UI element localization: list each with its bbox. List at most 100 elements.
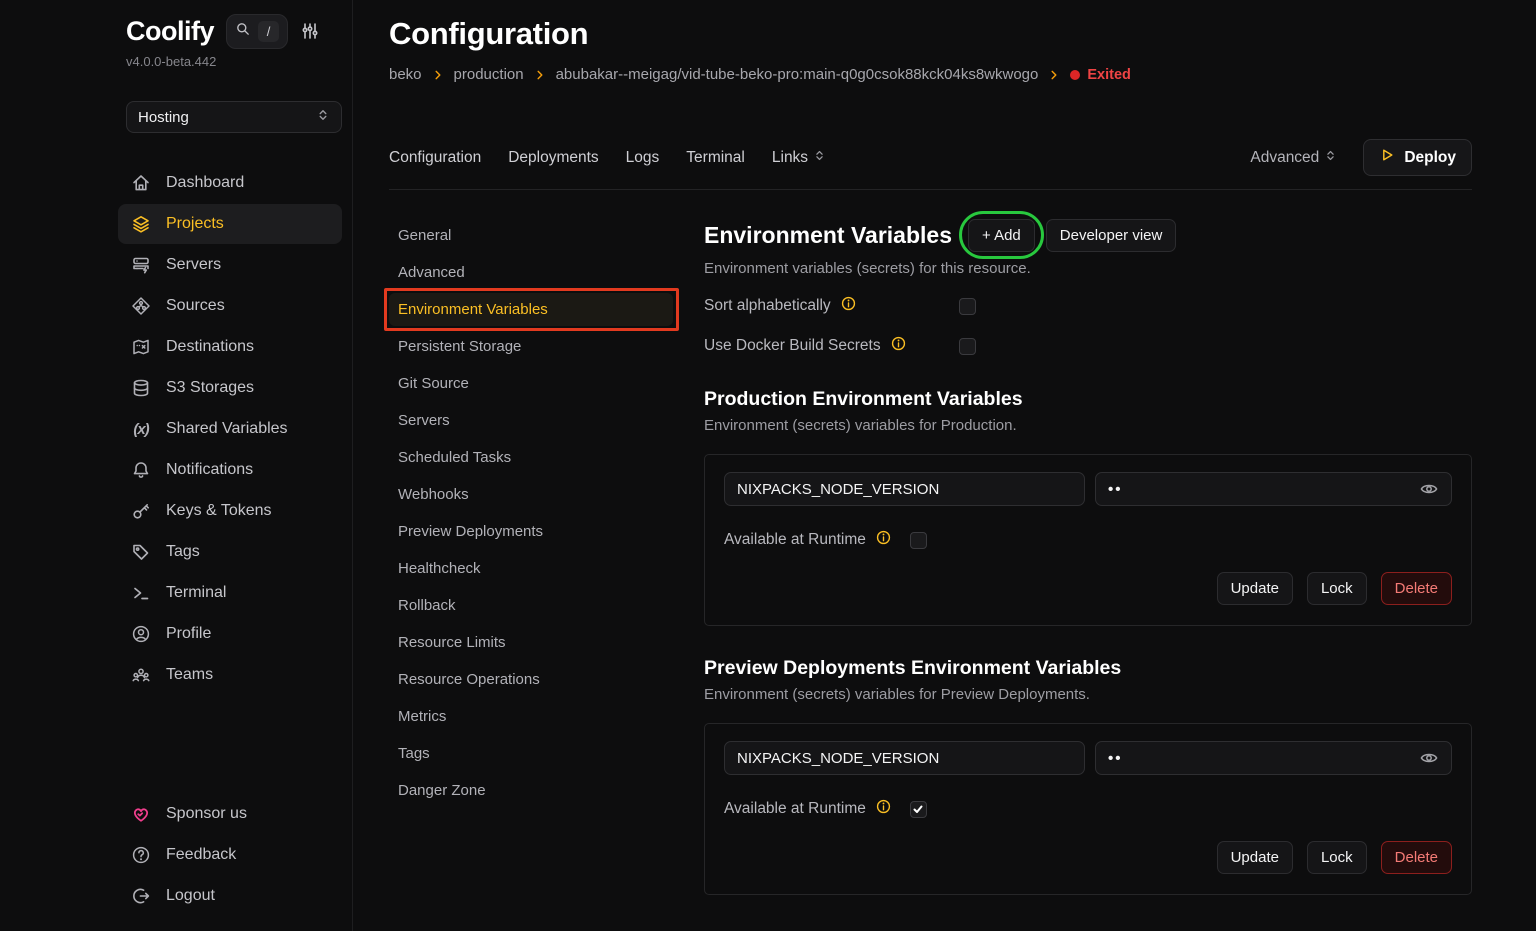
terminal-icon — [131, 583, 151, 603]
subnav-item-general[interactable]: General — [389, 219, 673, 252]
subnav-item-rollback[interactable]: Rollback — [389, 589, 673, 622]
update-button[interactable]: Update — [1217, 572, 1293, 605]
sidebar-item-teams[interactable]: Teams — [118, 655, 342, 695]
search-button[interactable]: / — [226, 14, 288, 49]
delete-button[interactable]: Delete — [1381, 841, 1452, 874]
sidebar-item-dashboard[interactable]: Dashboard — [118, 163, 342, 203]
sidebar-item-keys-tokens[interactable]: Keys & Tokens — [118, 491, 342, 531]
sidebar-item-tags[interactable]: Tags — [118, 532, 342, 572]
chevron-right-icon — [1048, 69, 1060, 81]
sidebar-item-shared-variables[interactable]: (x) Shared Variables — [118, 409, 342, 449]
lock-button[interactable]: Lock — [1307, 841, 1367, 874]
subnav-item-persistent-storage[interactable]: Persistent Storage — [389, 330, 673, 363]
tab-logs[interactable]: Logs — [626, 149, 660, 167]
variable-name-value: NIXPACKS_NODE_VERSION — [737, 750, 939, 767]
sidebar-item-label: Teams — [166, 666, 213, 684]
sidebar-item-sources[interactable]: Sources — [118, 286, 342, 326]
breadcrumb-project[interactable]: beko — [389, 66, 422, 83]
preview-section-subtitle: Environment (secrets) variables for Prev… — [704, 686, 1472, 703]
advanced-dropdown[interactable]: Advanced — [1250, 149, 1337, 167]
subnav-item-preview-deployments[interactable]: Preview Deployments — [389, 515, 673, 548]
variable-name-input[interactable]: NIXPACKS_NODE_VERSION — [724, 741, 1085, 775]
sidebar-item-label: Servers — [166, 256, 221, 274]
variable-value-input[interactable]: •• — [1095, 741, 1452, 775]
sidebar-item-label: Notifications — [166, 461, 253, 479]
subnav-item-webhooks[interactable]: Webhooks — [389, 478, 673, 511]
sidebar-item-servers[interactable]: Servers — [118, 245, 342, 285]
sidebar-item-notifications[interactable]: Notifications — [118, 450, 342, 490]
home-icon — [131, 173, 151, 193]
subnav-item-scheduled-tasks[interactable]: Scheduled Tasks — [389, 441, 673, 474]
sidebar-item-profile[interactable]: Profile — [118, 614, 342, 654]
available-at-runtime-checkbox[interactable] — [910, 801, 927, 818]
sidebar-item-destinations[interactable]: Destinations — [118, 327, 342, 367]
sliders-icon[interactable] — [300, 21, 322, 43]
variable-masked-value: •• — [1108, 481, 1123, 498]
docker-build-secrets-checkbox[interactable] — [959, 338, 976, 355]
sidebar-item-sponsor-us[interactable]: Sponsor us — [118, 794, 342, 834]
users-icon — [131, 665, 151, 685]
sidebar-item-terminal[interactable]: Terminal — [118, 573, 342, 613]
preview-variable-card: NIXPACKS_NODE_VERSION •• Available at Ru… — [704, 723, 1472, 895]
advanced-dropdown-label: Advanced — [1250, 149, 1319, 167]
sort-alphabetically-label: Sort alphabetically — [704, 297, 831, 315]
add-variable-button[interactable]: + Add — [968, 219, 1035, 252]
subnav-item-label: Environment Variables — [398, 301, 548, 318]
variable-name-value: NIXPACKS_NODE_VERSION — [737, 481, 939, 498]
sidebar-item-logout[interactable]: Logout — [118, 876, 342, 916]
update-button[interactable]: Update — [1217, 841, 1293, 874]
info-icon — [875, 798, 892, 820]
sidebar-item-s3-storages[interactable]: S3 Storages — [118, 368, 342, 408]
bell-icon — [131, 460, 151, 480]
git-source-icon — [131, 296, 151, 316]
sidebar-item-label: Tags — [166, 543, 200, 561]
tab-links[interactable]: Links — [772, 149, 826, 167]
main-content: Configuration beko production abubakar--… — [353, 0, 1536, 931]
chevron-updown-icon — [316, 108, 330, 126]
tab-deployments[interactable]: Deployments — [508, 149, 598, 167]
breadcrumb-resource[interactable]: abubakar--meigag/vid-tube-beko-pro:main-… — [556, 66, 1039, 83]
eye-icon[interactable] — [1419, 748, 1439, 768]
brand-logo: Coolify — [126, 16, 214, 47]
subnav-item-advanced[interactable]: Advanced — [389, 256, 673, 289]
available-at-runtime-checkbox[interactable] — [910, 532, 927, 549]
info-icon — [875, 529, 892, 551]
subnav-item-healthcheck[interactable]: Healthcheck — [389, 552, 673, 585]
subnav-item-resource-operations[interactable]: Resource Operations — [389, 663, 673, 696]
subnav-item-git-source[interactable]: Git Source — [389, 367, 673, 400]
status-dot — [1070, 70, 1080, 80]
deploy-button[interactable]: Deploy — [1363, 139, 1472, 176]
preview-section-title: Preview Deployments Environment Variable… — [704, 657, 1472, 680]
sidebar-item-label: Sponsor us — [166, 805, 247, 823]
variable-masked-value: •• — [1108, 750, 1123, 767]
sidebar-item-feedback[interactable]: Feedback — [118, 835, 342, 875]
variable-name-input[interactable]: NIXPACKS_NODE_VERSION — [724, 472, 1085, 506]
delete-button[interactable]: Delete — [1381, 572, 1452, 605]
available-at-runtime-label: Available at Runtime — [724, 800, 866, 818]
tab-terminal[interactable]: Terminal — [686, 149, 745, 167]
layers-icon — [131, 214, 151, 234]
lock-button[interactable]: Lock — [1307, 572, 1367, 605]
subnav-item-tags[interactable]: Tags — [389, 737, 673, 770]
subnav-item-resource-limits[interactable]: Resource Limits — [389, 626, 673, 659]
tag-icon — [131, 542, 151, 562]
developer-view-button[interactable]: Developer view — [1046, 219, 1177, 252]
sidebar-item-label: Sources — [166, 297, 225, 315]
sidebar-item-label: Destinations — [166, 338, 254, 356]
subnav-item-servers[interactable]: Servers — [389, 404, 673, 437]
sidebar-item-label: Feedback — [166, 846, 236, 864]
subnav-item-metrics[interactable]: Metrics — [389, 700, 673, 733]
app-root: Coolify / v4.0.0-beta.442 Hosting — [0, 0, 1536, 931]
variable-value-input[interactable]: •• — [1095, 472, 1452, 506]
team-selector[interactable]: Hosting — [126, 101, 342, 133]
subnav-item-danger-zone[interactable]: Danger Zone — [389, 774, 673, 807]
tabs-bar: Configuration Deployments Logs Terminal … — [389, 139, 1472, 190]
eye-icon[interactable] — [1419, 479, 1439, 499]
sidebar-menu: Dashboard Projects Servers Sources Desti… — [126, 163, 342, 696]
breadcrumb-environment[interactable]: production — [454, 66, 524, 83]
tab-configuration[interactable]: Configuration — [389, 149, 481, 167]
subnav-item-environment-variables[interactable]: Environment Variables — [389, 293, 673, 326]
sidebar-item-label: S3 Storages — [166, 379, 254, 397]
sidebar-item-projects[interactable]: Projects — [118, 204, 342, 244]
sort-alphabetically-checkbox[interactable] — [959, 298, 976, 315]
